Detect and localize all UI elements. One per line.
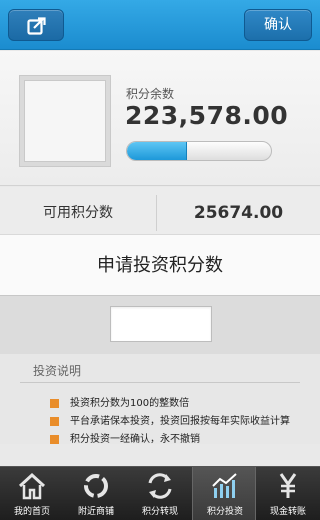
top-bar: 确认 [0,0,320,50]
info-item-text: 积分投资一经确认，永不撤销 [70,434,200,445]
confirm-button[interactable]: 确认 [244,9,312,41]
nav-item-nearby[interactable]: 附近商铺 [64,467,128,520]
dialog-title: 申请投资积分数 [97,255,223,276]
home-icon [18,472,46,500]
avatar[interactable] [20,76,110,166]
info-item-text: 投资积分数为100的整数倍 [70,398,190,409]
investment-info: 投资说明 投资积分数为100的整数倍 平台承诺保本投资，投资回报按每年实际收益计… [0,354,320,445]
swap-arrows-icon [148,473,172,499]
points-progress-fill [127,142,188,160]
divider [20,382,300,383]
nav-label: 我的首页 [13,507,50,517]
chart-icon [212,473,237,498]
nav-item-points-invest[interactable]: 积分投资 [192,467,256,520]
bullet-square-icon [50,399,59,408]
bottom-nav: 我的首页 附近商铺 积分转现 积分投资 现金转账 [0,466,320,520]
bullet-square-icon [50,417,59,426]
nav-item-cash-transfer[interactable]: 现金转账 [256,467,320,520]
apply-dialog-header: 申请投资积分数 [0,234,320,296]
bullet-square-icon [50,435,59,444]
points-balance-label: 积分余数 [126,87,175,101]
available-points-value: 25674.00 [193,203,284,223]
available-points-row: 可用积分数 25674.00 [0,187,320,239]
nav-label: 现金转账 [269,507,306,517]
investment-points-input[interactable] [110,306,212,342]
nav-item-home[interactable]: 我的首页 [0,467,64,520]
nav-label: 积分转现 [141,507,178,517]
points-progress-bar [126,141,272,161]
info-title: 投资说明 [33,364,82,378]
available-points-label: 可用积分数 [43,205,113,221]
apply-dialog-body [0,296,320,354]
refresh-ring-icon [84,474,108,498]
nav-item-points-cash[interactable]: 积分转现 [128,467,192,520]
balance-card: 积分余数 223,578.00 [0,51,320,186]
edit-share-icon [27,17,46,35]
back-button[interactable] [8,9,64,41]
nav-label: 积分投资 [206,507,243,517]
info-item-text: 平台承诺保本投资，投资回报按每年实际收益计算 [70,416,290,427]
points-balance-value: 223,578.00 [125,101,289,130]
nav-label: 附近商铺 [77,507,114,517]
yen-icon [279,473,297,498]
